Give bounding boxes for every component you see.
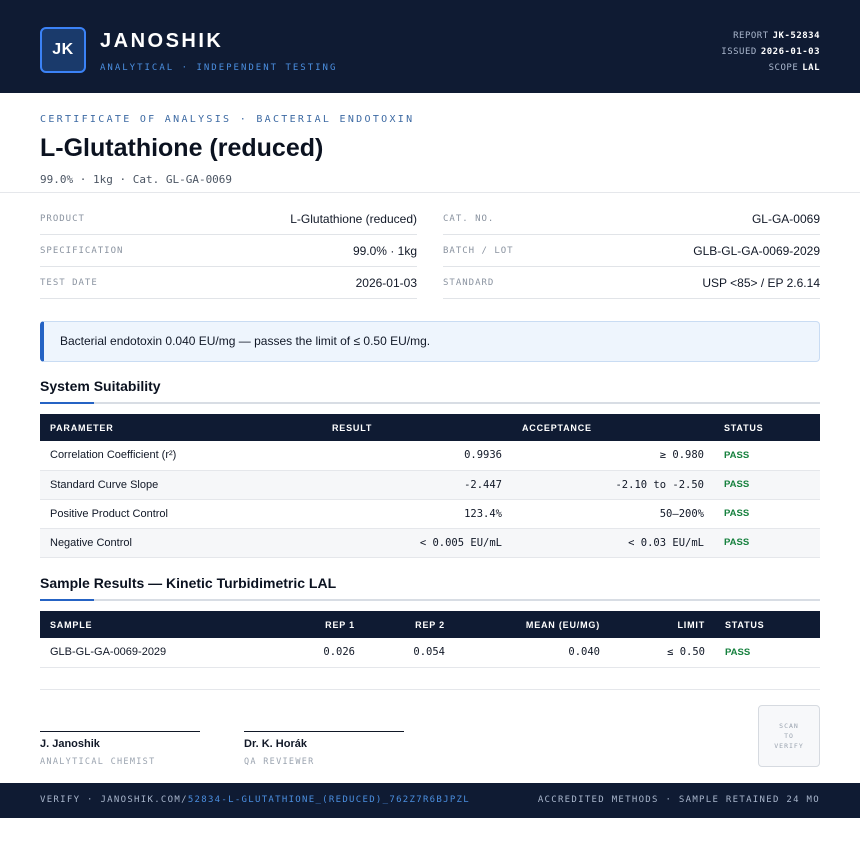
status-badge: PASS [715, 638, 820, 668]
signer-role: ANALYTICAL CHEMIST [40, 757, 156, 767]
report-id-line: REPORT JK-52834 [733, 31, 820, 41]
info-row-cat-no: CAT. NO. GL-GA-0069 [443, 203, 820, 235]
verify-link[interactable]: 52834-L-GLUTATHIONE_(REDUCED)_762Z7R6BJP… [188, 795, 470, 805]
info-column-right: CAT. NO. GL-GA-0069 BATCH / LOT GLB-GL-G… [443, 203, 820, 299]
table-row: GLB-GL-GA-0069-2029 0.026 0.054 0.040 ≤ … [40, 638, 820, 668]
report-id: JK-52834 [772, 31, 820, 41]
issued-line: ISSUED 2026-01-03 [721, 47, 820, 57]
brand-name: JANOSHIK [100, 30, 224, 52]
result-summary-notice: Bacterial endotoxin 0.040 EU/mg — passes… [40, 321, 820, 362]
column-header: SAMPLE [50, 619, 93, 630]
divider [0, 192, 860, 193]
scope-value: LAL [802, 63, 820, 73]
signer-name: J. Janoshik [40, 738, 100, 750]
column-header: REP 1 [325, 619, 355, 630]
footer-note: ACCREDITED METHODS · SAMPLE RETAINED 24 … [537, 795, 820, 805]
info-column-left: PRODUCT L-Glutathione (reduced) SPECIFIC… [40, 203, 417, 299]
signature-block-qa: Dr. K. Horák QA REVIEWER [244, 731, 404, 767]
column-header: STATUS [724, 422, 764, 433]
table-row: Positive Product Control 123.4% 50–200% … [40, 499, 820, 529]
brand-logo: JK [40, 27, 86, 73]
column-header: PARAMETER [50, 422, 114, 433]
status-badge: PASS [714, 499, 820, 529]
brand-tagline: ANALYTICAL · INDEPENDENT TESTING [100, 63, 338, 73]
signature-block-chemist: J. Janoshik ANALYTICAL CHEMIST [40, 731, 200, 767]
column-header: MEAN (EU/MG) [525, 619, 600, 630]
qr-code-placeholder[interactable]: SCAN TO VERIFY [758, 705, 820, 767]
table-header-row: PARAMETER RESULT ACCEPTANCE STATUS [40, 414, 820, 441]
column-header: ACCEPTANCE [522, 422, 592, 433]
info-row-test-date: TEST DATE 2026-01-03 [40, 267, 417, 299]
report-header: JK JANOSHIK ANALYTICAL · INDEPENDENT TES… [0, 0, 860, 93]
section-rule [40, 599, 820, 601]
table-row: Negative Control < 0.005 EU/mL < 0.03 EU… [40, 528, 820, 558]
signer-name: Dr. K. Horák [244, 738, 307, 750]
section-rule [40, 402, 820, 404]
table-row: Correlation Coefficient (r²) 0.9936 ≥ 0.… [40, 441, 820, 471]
page-subtitle: 99.0% · 1kg · Cat. GL-GA-0069 [40, 173, 233, 186]
info-row-batch-lot: BATCH / LOT GLB-GL-GA-0069-2029 [443, 235, 820, 267]
status-badge: PASS [714, 528, 820, 558]
info-row-product: PRODUCT L-Glutathione (reduced) [40, 203, 417, 235]
divider [40, 689, 820, 690]
sample-results-table: SAMPLE REP 1 REP 2 MEAN (EU/MG) LIMIT ST… [40, 611, 820, 668]
verify-line: VERIFY · JANOSHIK.COM/52834-L-GLUTATHION… [40, 795, 470, 805]
signer-role: QA REVIEWER [244, 757, 315, 767]
scope-line: SCOPE LAL [768, 63, 820, 73]
system-suitability-title: System Suitability [40, 378, 161, 394]
certificate-label: CERTIFICATE OF ANALYSIS · BACTERIAL ENDO… [40, 114, 415, 125]
sample-results-title: Sample Results — Kinetic Turbidimetric L… [40, 575, 337, 591]
column-header: STATUS [725, 619, 765, 630]
table-header-row: SAMPLE REP 1 REP 2 MEAN (EU/MG) LIMIT ST… [40, 611, 820, 638]
report-footer: VERIFY · JANOSHIK.COM/52834-L-GLUTATHION… [0, 783, 860, 818]
column-header: RESULT [332, 422, 373, 433]
column-header: REP 2 [415, 619, 445, 630]
column-header: LIMIT [677, 619, 705, 630]
system-suitability-table: PARAMETER RESULT ACCEPTANCE STATUS Corre… [40, 414, 820, 558]
status-badge: PASS [714, 470, 820, 500]
status-badge: PASS [714, 441, 820, 471]
info-row-specification: SPECIFICATION 99.0% · 1kg [40, 235, 417, 267]
page-title: L-Glutathione (reduced) [40, 134, 324, 162]
report-meta: REPORT JK-52834 ISSUED 2026-01-03 SCOPE LAL [721, 28, 820, 76]
table-row: Standard Curve Slope -2.447 -2.10 to -2.… [40, 470, 820, 500]
issued-date: 2026-01-03 [760, 47, 820, 57]
info-row-standard: STANDARD USP <85> / EP 2.6.14 [443, 267, 820, 299]
